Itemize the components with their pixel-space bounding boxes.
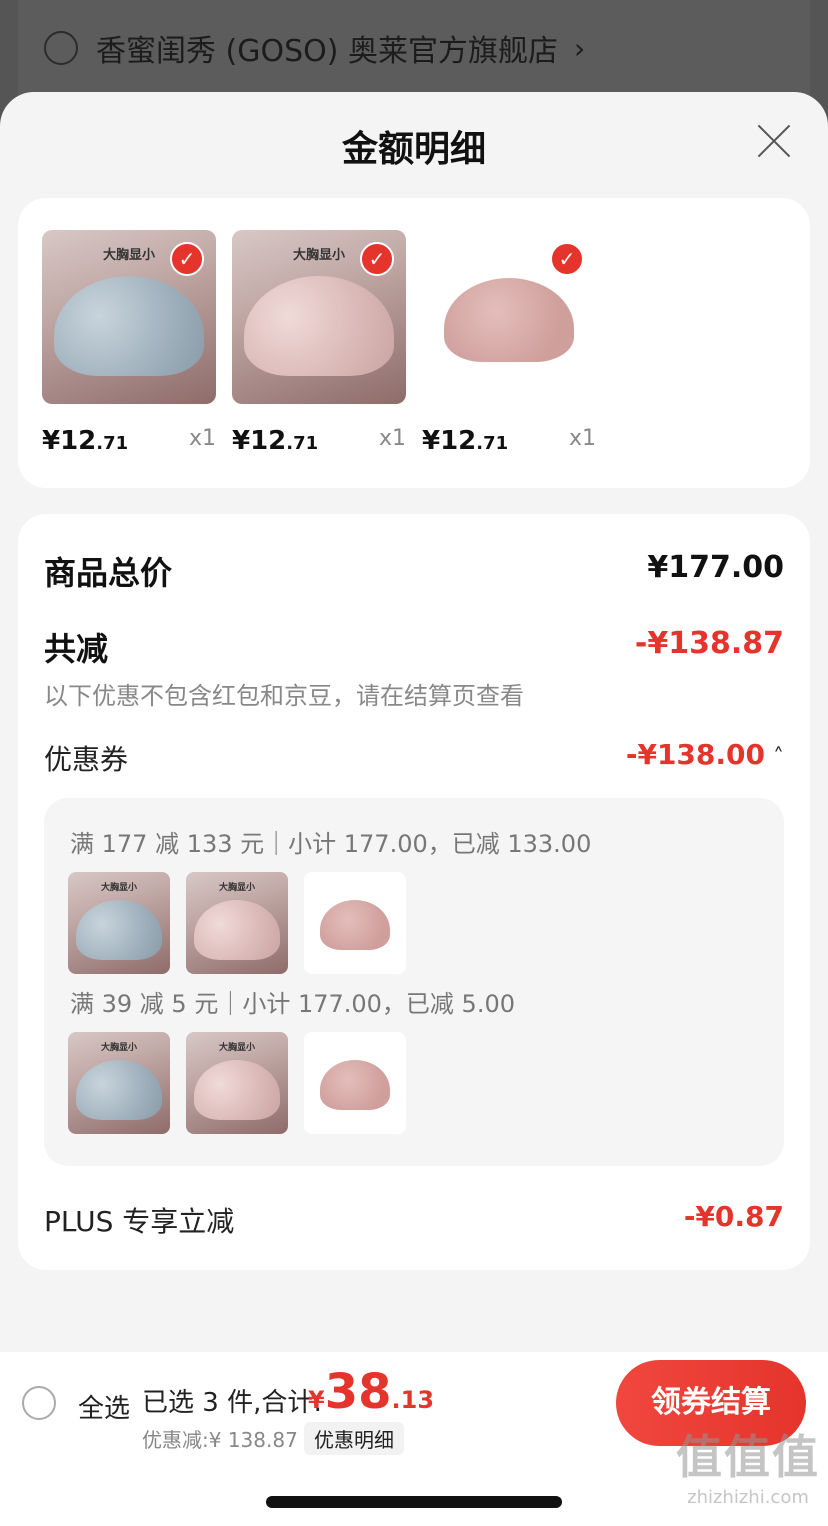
checkout-bar: 全选 已选 3 件,合计: ¥38.13 优惠减:¥ 138.87 优惠明细 领… xyxy=(0,1352,828,1526)
product-thumbnail: 大胸显小 xyxy=(186,1032,288,1134)
reduce-label: 共减 xyxy=(44,630,109,668)
plus-label: PLUS 专享立减 xyxy=(44,1205,235,1238)
product-price: ¥12.71 xyxy=(422,426,509,456)
product-item[interactable]: 大胸显小 ✓ ¥12.71 x1 xyxy=(42,230,216,456)
close-icon[interactable] xyxy=(756,122,792,158)
coupon-toggle[interactable]: -¥138.00 ˄ xyxy=(626,738,784,771)
plus-value: -¥0.87 xyxy=(683,1200,784,1233)
total-value: ¥177.00 xyxy=(647,550,784,585)
product-thumbnail: 大胸显小 xyxy=(186,872,288,974)
coupon-products: 大胸显小 大胸显小 xyxy=(68,872,406,974)
selected-count: 已选 3 件,合计: xyxy=(142,1388,323,1418)
check-icon[interactable]: ✓ xyxy=(170,242,204,276)
watermark: 值值值 zhizhizhi.com xyxy=(676,1430,820,1508)
product-photo xyxy=(54,276,204,376)
coupon-detail-box: 满 177 减 133 元｜小计 177.00，已减 133.00 大胸显小 大… xyxy=(44,798,784,1166)
product-item[interactable]: ✓ ¥12.71 x1 xyxy=(422,230,596,456)
reduce-note: 以下优惠不包含红包和京豆，请在结算页查看 xyxy=(44,682,524,710)
total-label: 商品总价 xyxy=(44,554,173,592)
product-thumbnail xyxy=(304,1032,406,1134)
coupon-rule: 满 177 减 133 元｜小计 177.00，已减 133.00 xyxy=(70,830,592,858)
coupon-rule: 满 39 减 5 元｜小计 177.00，已减 5.00 xyxy=(70,990,515,1018)
check-icon[interactable]: ✓ xyxy=(360,242,394,276)
reduce-value: -¥138.87 xyxy=(634,626,784,661)
discount-amount: 优惠减:¥ 138.87 xyxy=(142,1428,298,1452)
product-photo xyxy=(244,276,394,376)
discount-detail-link[interactable]: 优惠明细 xyxy=(304,1422,404,1455)
amount-detail-sheet: 金额明细 大胸显小 ✓ ¥12.71 x1 大胸显小 ✓ ¥12.71 x1 ✓… xyxy=(0,92,828,1526)
product-card: 大胸显小 ✓ ¥12.71 x1 大胸显小 ✓ ¥12.71 x1 ✓ ¥12.… xyxy=(18,198,810,488)
product-qty: x1 xyxy=(378,426,406,451)
coupon-label: 优惠券 xyxy=(44,743,129,776)
check-icon[interactable]: ✓ xyxy=(550,242,584,276)
product-item[interactable]: 大胸显小 ✓ ¥12.71 x1 xyxy=(232,230,406,456)
price-detail-card: 商品总价 ¥177.00 共减 -¥138.87 以下优惠不包含红包和京豆，请在… xyxy=(18,514,810,1270)
product-image: ✓ xyxy=(422,230,596,404)
product-thumbnail: 大胸显小 xyxy=(68,1032,170,1134)
product-thumbnail: 大胸显小 xyxy=(68,872,170,974)
product-image: 大胸显小 ✓ xyxy=(42,230,216,404)
store-name[interactable]: 香蜜闺秀 (GOSO) 奥莱官方旗舰店 xyxy=(96,26,558,70)
total-price: ¥38.13 xyxy=(308,1364,435,1420)
coupon-products: 大胸显小 大胸显小 xyxy=(68,1032,406,1134)
sheet-title: 金额明细 xyxy=(341,129,486,170)
select-all-radio[interactable] xyxy=(22,1386,56,1420)
product-price: ¥12.71 xyxy=(232,426,319,456)
store-header: 香蜜闺秀 (GOSO) 奥莱官方旗舰店 › xyxy=(18,0,810,96)
product-image: 大胸显小 ✓ xyxy=(232,230,406,404)
coupon-value: -¥138.00 xyxy=(625,738,765,771)
chevron-up-icon: ˄ xyxy=(773,745,784,770)
store-select-radio[interactable] xyxy=(44,31,78,65)
select-all-label[interactable]: 全选 xyxy=(78,1388,130,1425)
product-qty: x1 xyxy=(188,426,216,451)
home-indicator xyxy=(266,1496,562,1508)
product-thumbnail xyxy=(304,872,406,974)
product-qty: x1 xyxy=(568,426,596,451)
product-photo xyxy=(444,278,574,362)
product-price: ¥12.71 xyxy=(42,426,129,456)
chevron-right-icon: › xyxy=(574,31,586,65)
